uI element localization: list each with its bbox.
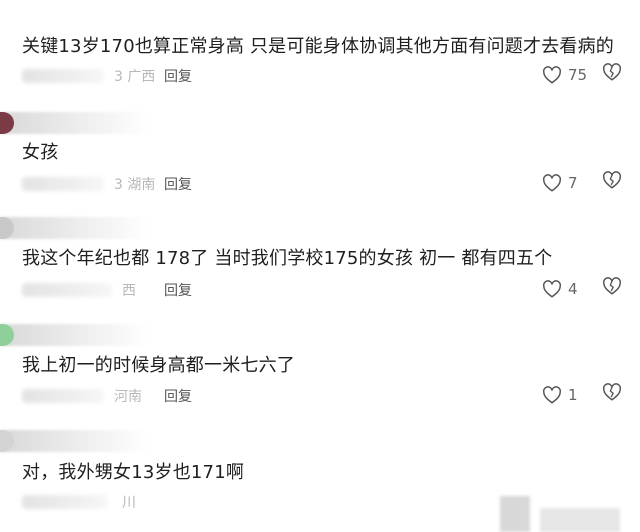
- avatar-blurred: [0, 112, 150, 134]
- comment-meta: 河南 回复 1: [22, 383, 622, 407]
- heart-outline-icon: [543, 386, 561, 404]
- avatar-blurred: [0, 217, 150, 239]
- region-label: 3 湖南: [114, 177, 156, 193]
- blurred-overlay: [540, 508, 620, 532]
- heart-outline-icon: [543, 280, 561, 298]
- dislike-button[interactable]: [602, 171, 622, 195]
- region-label: 西: [122, 283, 136, 299]
- comment-text: 我这个年纪也都 178了 当时我们学校175的女孩 初一 都有四五个: [22, 248, 553, 269]
- region-label: 川: [122, 495, 136, 511]
- reply-button[interactable]: 回复: [164, 175, 192, 195]
- comment-item: 我上初一的时候身高都一米七六了 河南 回复 1: [0, 322, 640, 427]
- like-count: 4: [568, 280, 578, 298]
- like-button[interactable]: 7: [542, 171, 578, 195]
- username-blurred: [22, 283, 112, 297]
- dislike-button[interactable]: [602, 383, 622, 407]
- broken-heart-outline-icon: [603, 277, 621, 295]
- broken-heart-outline-icon: [603, 63, 621, 81]
- like-count: 75: [568, 66, 588, 84]
- like-button[interactable]: 1: [542, 383, 578, 407]
- comment-text: 我上初一的时候身高都一米七六了: [22, 355, 295, 376]
- region-label: 河南: [114, 389, 142, 405]
- like-count: 1: [568, 386, 578, 404]
- comment-meta: 西 回复 4: [22, 277, 622, 301]
- reply-button[interactable]: 回复: [164, 387, 192, 407]
- heart-outline-icon: [543, 174, 561, 192]
- comment-item: 我这个年纪也都 178了 当时我们学校175的女孩 初一 都有四五个 西 回复 …: [0, 215, 640, 320]
- comment-meta: 川: [22, 493, 622, 513]
- username-blurred: [22, 495, 108, 509]
- username-blurred: [22, 389, 104, 403]
- avatar-blurred: [0, 324, 150, 346]
- dislike-button[interactable]: [602, 277, 622, 301]
- username-blurred: [22, 69, 104, 83]
- like-count: 7: [568, 174, 578, 192]
- avatar-blurred: [0, 430, 150, 452]
- username-blurred: [22, 177, 104, 191]
- like-button[interactable]: 4: [542, 277, 578, 301]
- comment-item: 关键13岁170也算正常身高 只是可能身体协调其他方面有问题才去看病的 3 广西…: [0, 0, 640, 110]
- reply-button[interactable]: 回复: [164, 67, 192, 87]
- comment-meta: 3 湖南 回复 7: [22, 171, 622, 195]
- comment-meta: 3 广西 回复 75: [22, 63, 622, 87]
- reply-button[interactable]: 回复: [164, 281, 192, 301]
- comment-text: 对，我外甥女13岁也171啊: [22, 462, 245, 483]
- comment-item: 女孩 3 湖南 回复 7: [0, 110, 640, 220]
- heart-outline-icon: [543, 66, 561, 84]
- broken-heart-outline-icon: [603, 171, 621, 189]
- comment-text: 关键13岁170也算正常身高 只是可能身体协调其他方面有问题才去看病的: [22, 36, 614, 57]
- comment-text: 女孩: [22, 142, 59, 163]
- blurred-overlay: [500, 496, 530, 532]
- region-label: 3 广西: [114, 69, 156, 85]
- like-button[interactable]: 75: [542, 63, 587, 87]
- dislike-button[interactable]: [602, 63, 622, 87]
- broken-heart-outline-icon: [603, 383, 621, 401]
